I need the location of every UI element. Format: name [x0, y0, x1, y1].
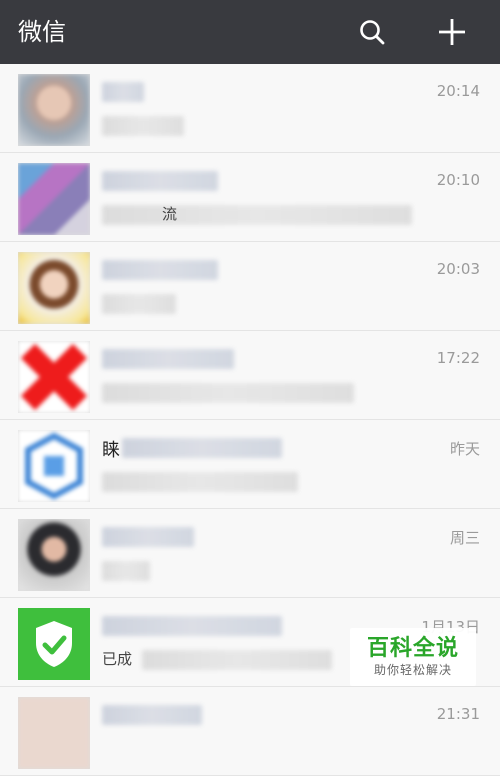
- chat-name: [102, 614, 282, 640]
- chat-row[interactable]: 21:31: [0, 687, 500, 776]
- chat-name: [102, 703, 202, 729]
- search-button[interactable]: [352, 12, 392, 52]
- chat-row[interactable]: 周三: [0, 509, 500, 598]
- chat-snippet: [102, 292, 176, 316]
- watermark-badge: 百科全说 助你轻松解决: [350, 628, 476, 686]
- chat-row[interactable]: 睐 昨天: [0, 420, 500, 509]
- chat-snippet: [102, 381, 354, 405]
- avatar: [18, 341, 90, 413]
- chat-name: 睐: [102, 436, 282, 462]
- chat-row[interactable]: 20:03: [0, 242, 500, 331]
- chat-time: 21:31: [436, 705, 480, 723]
- add-button[interactable]: [432, 12, 472, 52]
- top-app-bar: 微信: [0, 0, 500, 64]
- avatar: [18, 608, 90, 680]
- chat-time: 20:14: [436, 82, 480, 100]
- chat-row[interactable]: 流 20:10: [0, 153, 500, 242]
- chat-snippet: [102, 470, 298, 494]
- avatar: [18, 697, 90, 769]
- chat-snippet: [102, 559, 150, 583]
- chat-name: [102, 80, 144, 106]
- search-icon: [360, 20, 385, 45]
- chat-snippet: 流: [102, 203, 412, 227]
- avatar: [18, 519, 90, 591]
- chat-time: 周三: [449, 529, 480, 547]
- chat-snippet: 已成: [102, 648, 332, 672]
- chat-name: [102, 169, 218, 195]
- avatar: [18, 252, 90, 324]
- app-title: 微信: [18, 18, 66, 46]
- watermark-subtitle: 助你轻松解决: [373, 663, 452, 677]
- chat-name: [102, 525, 194, 551]
- chat-snippet: [102, 114, 184, 138]
- chat-time: 20:10: [436, 171, 480, 189]
- chat-time: 昨天: [449, 440, 480, 458]
- avatar: [18, 163, 90, 235]
- chat-row[interactable]: 17:22: [0, 331, 500, 420]
- chat-row[interactable]: 20:14: [0, 64, 500, 153]
- avatar: [18, 430, 90, 502]
- plus-icon: [439, 19, 465, 45]
- shield-icon: [36, 621, 72, 667]
- chat-time: 20:03: [436, 260, 480, 278]
- watermark-title: 百科全说: [366, 636, 459, 661]
- chat-name: [102, 347, 234, 373]
- red-x-icon: [20, 343, 88, 411]
- avatar: [18, 74, 90, 146]
- chat-time: 17:22: [436, 349, 480, 367]
- chat-name: [102, 258, 218, 284]
- blue-logo-icon: [18, 430, 90, 502]
